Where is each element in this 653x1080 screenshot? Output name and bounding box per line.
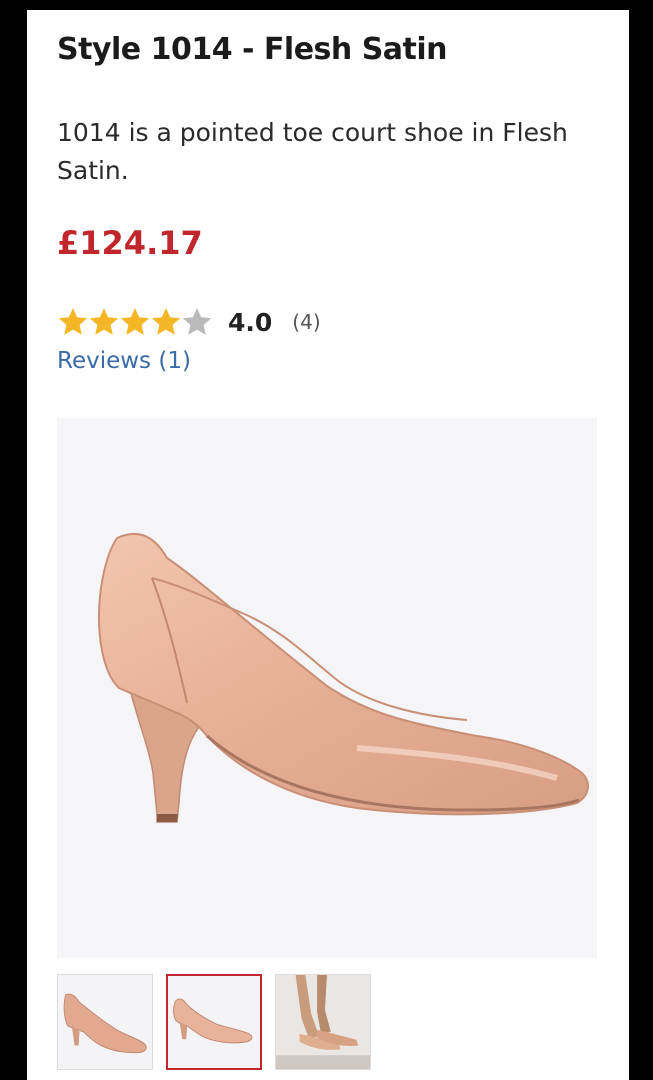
rating-count: (4) <box>292 310 321 334</box>
shoe-worn-thumbnail-image <box>276 975 370 1069</box>
product-title: Style 1014 - Flesh Satin <box>57 32 448 67</box>
star-filled-icon <box>58 308 88 335</box>
thumbnail-strip <box>57 974 384 1070</box>
screen: Style 1014 - Flesh Satin 1014 is a point… <box>0 0 653 1080</box>
thumbnail-2-selected[interactable] <box>166 974 262 1070</box>
thumbnail-3[interactable] <box>275 974 371 1070</box>
reviews-link[interactable]: Reviews (1) <box>57 348 191 374</box>
product-card: Style 1014 - Flesh Satin 1014 is a point… <box>27 10 629 1080</box>
star-empty-icon <box>182 308 212 335</box>
star-filled-icon <box>151 308 181 335</box>
rating-value: 4.0 <box>228 307 273 337</box>
product-price: £124.17 <box>57 224 203 262</box>
shoe-thumbnail-image <box>173 998 253 1044</box>
thumbnail-1[interactable] <box>57 974 153 1070</box>
shoe-image <box>98 532 589 823</box>
star-filled-icon <box>120 308 150 335</box>
star-rating <box>57 306 212 338</box>
main-product-image[interactable] <box>57 418 597 958</box>
star-filled-icon <box>89 308 119 335</box>
shoe-thumbnail-image <box>63 993 147 1054</box>
rating-summary: 4.0 (4) <box>57 302 321 342</box>
product-description: 1014 is a pointed toe court shoe in Fles… <box>57 118 568 185</box>
